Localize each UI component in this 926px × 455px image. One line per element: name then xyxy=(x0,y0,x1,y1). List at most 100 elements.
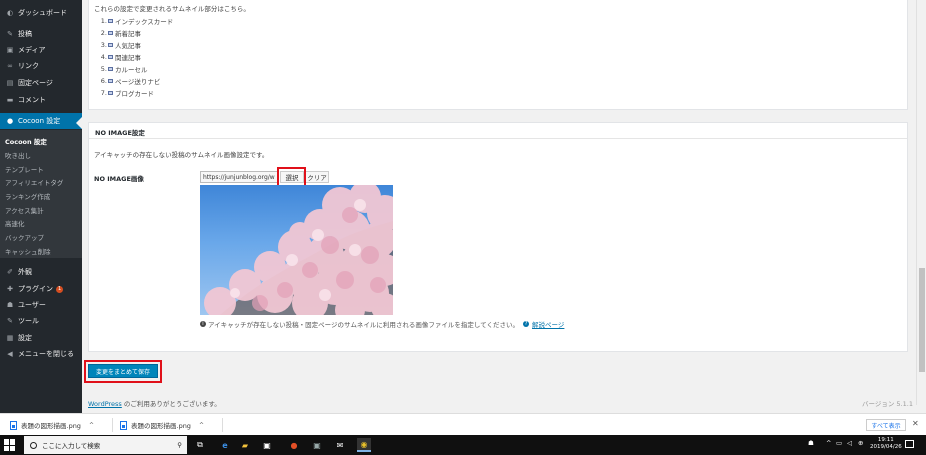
image-icon xyxy=(108,43,113,47)
sidebar-item-label: 設定 xyxy=(18,334,32,342)
sidebar-item-posts[interactable]: ✎ 投稿 xyxy=(0,26,82,42)
scroll-thumb[interactable] xyxy=(919,268,925,372)
comment-icon: ▬ xyxy=(6,96,14,104)
windows-taskbar: ここに入力して検索 ⚲ ⧉ e ▰ ▣ ● ▣ ✉ ◉ ☗ ^ ▭ ◁ ⊕ 19… xyxy=(0,435,926,455)
sidebar-item-label: ツール xyxy=(18,317,39,325)
list-item: 2. 新着記事 xyxy=(100,29,141,38)
pin-icon: ✎ xyxy=(7,30,13,38)
show-all-downloads-button[interactable]: すべて表示 xyxy=(866,419,906,431)
submenu-item-balloon[interactable]: 吹き出し xyxy=(5,150,31,160)
clear-image-button[interactable]: クリア xyxy=(305,171,329,183)
submenu-item-affiliate-tag[interactable]: アフィリエイトタグ xyxy=(5,177,63,187)
footer-version: バージョン 5.1.1 xyxy=(862,400,913,408)
highlight-box-save xyxy=(84,360,162,383)
task-view-icon[interactable]: ⧉ xyxy=(193,438,207,452)
firefox-icon[interactable]: ● xyxy=(287,438,301,452)
cortana-icon xyxy=(30,441,37,449)
sidebar-item-pages[interactable]: ▤ 固定ページ xyxy=(0,75,82,91)
mail-icon[interactable]: ✉ xyxy=(333,438,347,452)
sidebar-item-label: プラグイン xyxy=(18,285,53,293)
sidebar-collapse-menu[interactable]: ◀ メニューを閉じる xyxy=(0,346,82,362)
admin-sidebar: ◐ ダッシュボード ✎ 投稿 ▣ メディア ∞ リンク ▤ 固定ページ ▬ コメ… xyxy=(0,0,82,413)
link-icon: ∞ xyxy=(7,62,13,70)
sidebar-item-label: 外観 xyxy=(18,268,32,276)
network-icon[interactable]: ▭ xyxy=(836,439,842,447)
sidebar-item-media[interactable]: ▣ メディア xyxy=(0,42,82,58)
sidebar-item-links[interactable]: ∞ リンク xyxy=(0,58,82,74)
noimage-preview-image xyxy=(200,185,393,315)
submenu-item-ranking[interactable]: ランキング作成 xyxy=(5,191,50,201)
noimage-url-input[interactable]: https://junjunblog.org/w xyxy=(200,171,278,183)
image-icon xyxy=(108,31,113,35)
help-page-link[interactable]: 解説ページ xyxy=(532,319,564,329)
image-icon xyxy=(108,79,113,83)
notification-icon[interactable] xyxy=(905,440,914,448)
appearance-icon: ✐ xyxy=(7,268,13,276)
download-item[interactable]: 表題の図形描画.png ^ xyxy=(10,419,94,431)
volume-icon[interactable]: ◁ xyxy=(847,439,852,447)
sidebar-item-label: Cocoon 設定 xyxy=(18,117,61,125)
sidebar-item-label: ユーザー xyxy=(18,301,46,309)
chevron-up-icon[interactable]: ^ xyxy=(199,422,204,429)
list-item: 1. インデックスカード xyxy=(100,17,174,26)
sidebar-item-plugins[interactable]: ✚ プラグイン 1 xyxy=(0,281,82,297)
media-icon: ▣ xyxy=(6,46,14,54)
windows-start-icon[interactable] xyxy=(4,439,16,451)
sidebar-item-appearance[interactable]: ✐ 外観 xyxy=(0,264,82,280)
submenu-item-speedup[interactable]: 高速化 xyxy=(5,218,25,228)
file-explorer-icon[interactable]: ▰ xyxy=(238,438,252,452)
store-icon[interactable]: ▣ xyxy=(260,438,274,452)
sidebar-item-settings[interactable]: ▦ 設定 xyxy=(0,330,82,346)
page-scrollbar[interactable] xyxy=(916,0,926,405)
edge-browser-icon[interactable]: e xyxy=(218,438,232,452)
tool-icon: ✎ xyxy=(7,317,13,325)
collapse-icon: ◀ xyxy=(7,350,13,358)
app-icon[interactable]: ▣ xyxy=(310,438,324,452)
sidebar-item-label: 投稿 xyxy=(18,30,32,38)
submenu-item-access[interactable]: アクセス集計 xyxy=(5,205,44,215)
submenu-item-template[interactable]: テンプレート xyxy=(5,164,44,174)
image-icon xyxy=(108,19,113,23)
image-icon xyxy=(108,55,113,59)
update-count-badge: 1 xyxy=(56,285,64,293)
chevron-up-icon[interactable]: ^ xyxy=(826,439,831,447)
sidebar-item-users[interactable]: ☗ ユーザー xyxy=(0,297,82,313)
close-icon[interactable]: ✕ xyxy=(912,419,919,428)
sidebar-item-cocoon-settings[interactable]: ● Cocoon 設定 xyxy=(0,113,82,129)
sidebar-item-tools[interactable]: ✎ ツール xyxy=(0,313,82,329)
ime-icon[interactable]: ⊕ xyxy=(858,439,863,447)
divider xyxy=(222,418,223,432)
sidebar-item-dashboard[interactable]: ◐ ダッシュボード xyxy=(0,5,82,21)
people-icon[interactable]: ☗ xyxy=(808,439,814,447)
cherry-blossom-image xyxy=(204,185,393,315)
sidebar-item-label: コメント xyxy=(18,96,46,104)
image-icon xyxy=(108,67,113,71)
info-icon: i xyxy=(200,321,206,327)
submenu-item-cocoon-settings[interactable]: Cocoon 設定 xyxy=(5,136,47,146)
download-bar: 表題の図形描画.png ^ 表題の図形描画.png ^ すべて表示 ✕ xyxy=(0,413,926,435)
wordpress-link[interactable]: WordPress xyxy=(88,400,122,408)
help-icon: ? xyxy=(523,321,530,327)
chrome-icon[interactable]: ◉ xyxy=(357,438,371,452)
cocoon-submenu: Cocoon 設定 吹き出し テンプレート アフィリエイトタグ ランキング作成 … xyxy=(0,130,82,258)
sidebar-item-label: 固定ページ xyxy=(18,79,53,87)
taskbar-search-box[interactable]: ここに入力して検索 ⚲ xyxy=(24,436,187,454)
sidebar-item-comments[interactable]: ▬ コメント xyxy=(0,92,82,108)
plugin-icon: ✚ xyxy=(7,285,13,293)
list-item: 5. カルーセル xyxy=(100,65,148,74)
cocoon-icon: ● xyxy=(6,117,14,125)
taskbar-clock[interactable]: 19:11 2019/04/26 xyxy=(870,437,902,451)
dashboard-icon: ◐ xyxy=(6,9,14,17)
thumbnail-intro-text: これらの設定で変更されるサムネイル部分はこちら。 xyxy=(94,5,250,13)
list-item: 3. 人気記事 xyxy=(100,41,141,50)
divider xyxy=(112,418,113,432)
list-item: 7. ブログカード xyxy=(100,89,154,98)
list-item: 6. ページ送りナビ xyxy=(100,77,161,86)
submenu-item-backup[interactable]: バックアップ xyxy=(5,232,44,242)
download-item[interactable]: 表題の図形描画.png ^ xyxy=(120,419,204,431)
microphone-icon[interactable]: ⚲ xyxy=(177,441,182,449)
noimage-description: アイキャッチの存在しない投稿のサムネイル画像設定です。 xyxy=(94,151,269,159)
list-item: 4. 関連記事 xyxy=(100,53,141,62)
submenu-item-cache-delete[interactable]: キャッシュ削除 xyxy=(5,246,51,256)
chevron-up-icon[interactable]: ^ xyxy=(89,422,94,429)
